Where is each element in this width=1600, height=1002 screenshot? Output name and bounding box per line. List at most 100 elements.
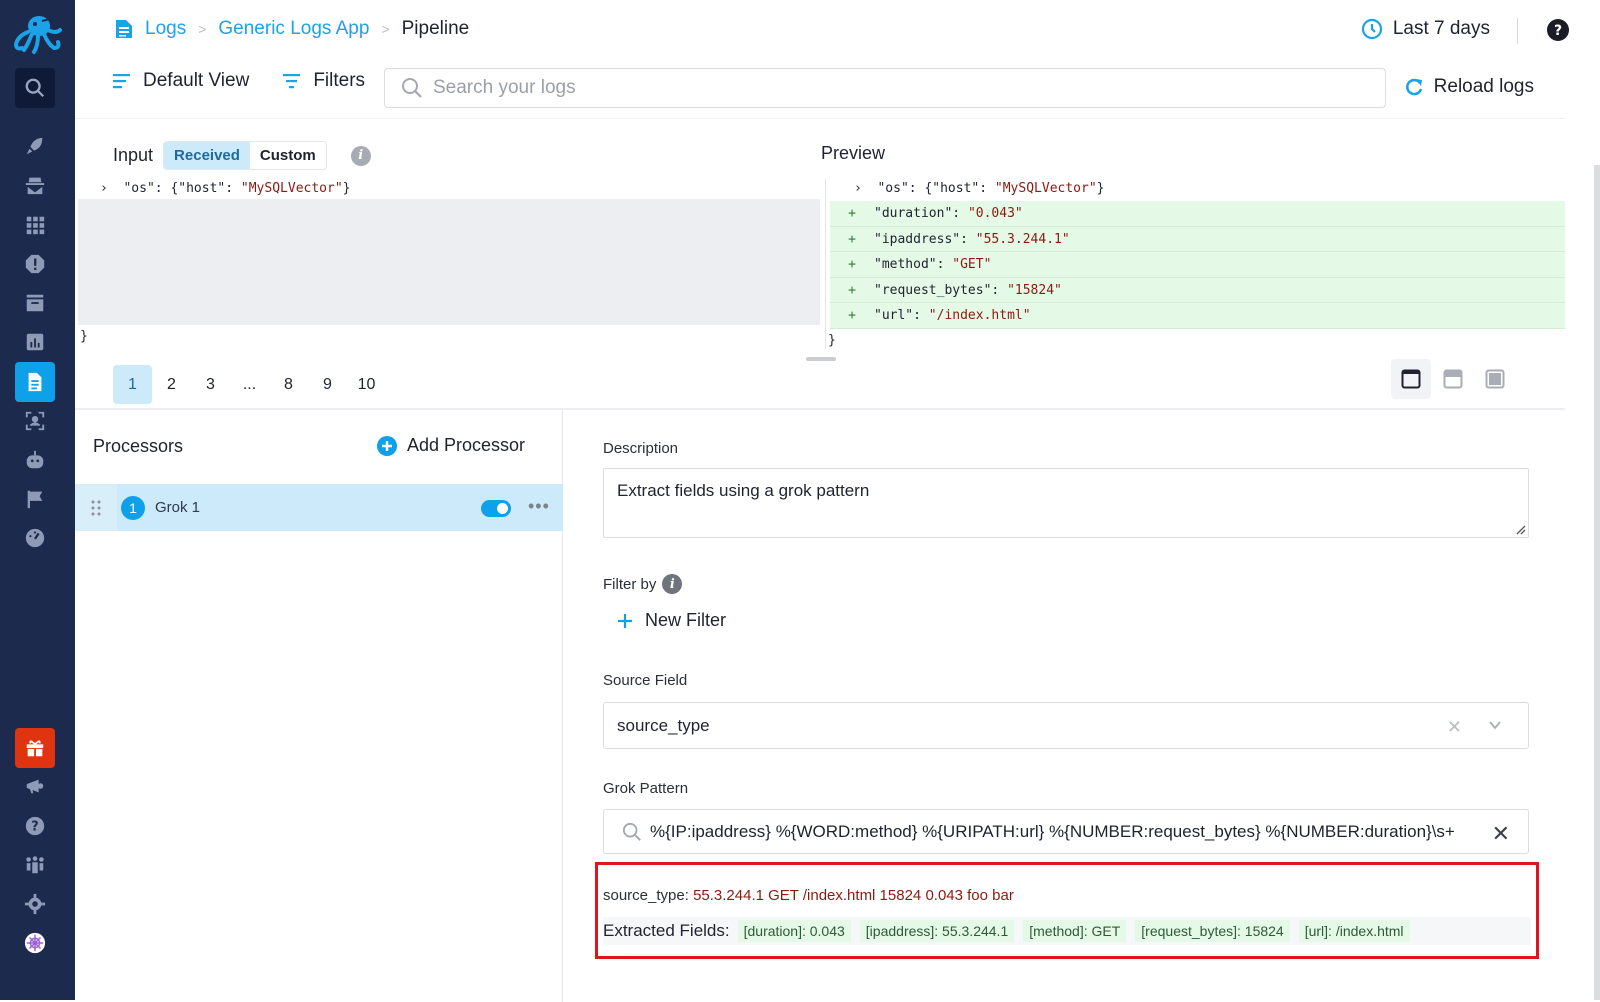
- sidebar-item-announcements[interactable]: [15, 766, 55, 806]
- filter-by-label-row: Filter by i: [603, 574, 683, 594]
- grok-pattern-value: %{IP:ipaddress} %{WORD:method} %{URIPATH…: [650, 821, 1455, 841]
- preview-json-view: › "os": {"host": "MySQLVector"} + "durati…: [825, 179, 1565, 349]
- input-json-editor[interactable]: › "os": {"host": "MySQLVector"} }: [78, 179, 820, 349]
- collapsed-region: [78, 199, 820, 325]
- page-10[interactable]: 10: [347, 365, 386, 404]
- grok-pattern-input[interactable]: %{IP:ipaddress} %{WORD:method} %{URIPATH…: [603, 809, 1529, 854]
- reload-label: Reload logs: [1433, 76, 1534, 97]
- list-icon: [113, 74, 130, 89]
- plus-circle-icon: [377, 435, 397, 456]
- expand-chevron-icon[interactable]: ›: [100, 179, 123, 199]
- sidebar-item-dashboards[interactable]: [15, 322, 55, 362]
- json-brace: {: [924, 181, 933, 196]
- input-label: Input: [113, 145, 154, 165]
- input-mode-toggle: Received Custom: [163, 141, 327, 170]
- sidebar-item-automation[interactable]: [15, 440, 55, 480]
- layout-split-button[interactable]: [1433, 359, 1473, 399]
- breadcrumb-pipeline: Pipeline: [401, 18, 470, 39]
- json-key: "host": [178, 181, 226, 196]
- json-key: "duration": [874, 206, 953, 221]
- sidebar-item-apps[interactable]: [15, 205, 55, 245]
- top-bar: Logs > Generic Logs App > Pipeline Last …: [75, 0, 1600, 118]
- vertical-scrollbar[interactable]: [1594, 165, 1600, 1000]
- default-view-label: Default View: [143, 70, 250, 91]
- document-icon: [28, 372, 42, 392]
- json-colon: :: [154, 181, 171, 196]
- help-icon[interactable]: ?: [1546, 18, 1570, 42]
- add-processor-button[interactable]: Add Processor: [377, 435, 525, 456]
- json-value: "55.3.244.1": [975, 231, 1070, 247]
- grok-pattern-label: Grok Pattern: [603, 780, 689, 797]
- sidebar-item-getting-started[interactable]: [15, 126, 55, 166]
- json-key: "url": [874, 308, 914, 323]
- filters-button[interactable]: Filters: [283, 70, 365, 92]
- plus-icon: +: [848, 231, 856, 247]
- plus-icon: [618, 613, 632, 628]
- info-icon[interactable]: i: [350, 145, 371, 166]
- extracted-field-chip: [method]: GET: [1023, 920, 1127, 942]
- input-preview-panel: Input Received Custom i Preview › "os": …: [75, 118, 1565, 408]
- sidebar-item-settings[interactable]: [15, 884, 55, 924]
- time-range-picker[interactable]: Last 7 days: [1361, 18, 1490, 40]
- breadcrumb-separator: >: [198, 21, 207, 37]
- sidebar-item-archive[interactable]: [15, 283, 55, 323]
- json-value: "GET": [952, 257, 992, 272]
- page-8[interactable]: 8: [269, 365, 308, 404]
- processor-enabled-toggle[interactable]: [481, 500, 511, 517]
- sidebar-item-reports[interactable]: [15, 479, 55, 519]
- source-field-select[interactable]: source_type ✕: [603, 702, 1529, 749]
- json-colon: :: [979, 181, 995, 196]
- expand-chevron-icon[interactable]: ›: [854, 179, 877, 199]
- logs-document-icon: [116, 20, 132, 38]
- sidebar-item-alerts[interactable]: [15, 244, 55, 284]
- page-2[interactable]: 2: [152, 365, 191, 404]
- refresh-icon: [1405, 78, 1422, 96]
- new-filter-button[interactable]: New Filter: [617, 610, 726, 631]
- page-1[interactable]: 1: [113, 365, 152, 404]
- description-textarea[interactable]: Extract fields using a grok pattern: [603, 468, 1529, 538]
- page-3[interactable]: 3: [191, 365, 230, 404]
- sidebar-item-logs[interactable]: [15, 362, 55, 402]
- layout-top-button[interactable]: [1391, 359, 1431, 399]
- breadcrumb-generic-logs-app[interactable]: Generic Logs App: [218, 18, 369, 40]
- sidebar-item-security[interactable]: [15, 165, 55, 205]
- page-9[interactable]: 9: [308, 365, 347, 404]
- megaphone-icon: [26, 779, 44, 794]
- layout-collapsed-icon: [1401, 369, 1421, 389]
- layout-split-icon: [1443, 369, 1463, 389]
- extracted-fields-label: Extracted Fields:: [603, 921, 730, 940]
- search-icon: [25, 78, 45, 98]
- sidebar-item-performance[interactable]: [15, 518, 55, 558]
- drag-handle-icon[interactable]: [75, 484, 117, 531]
- resize-handle[interactable]: [806, 357, 836, 361]
- added-field-row: + "method": "GET": [830, 252, 1565, 278]
- default-view-button[interactable]: Default View: [113, 70, 249, 92]
- reload-logs-button[interactable]: Reload logs: [1404, 76, 1534, 98]
- mode-received-button[interactable]: Received: [164, 142, 250, 169]
- plus-icon: +: [848, 282, 856, 298]
- breadcrumb-logs[interactable]: Logs: [145, 18, 186, 40]
- main-content: Logs > Generic Logs App > Pipeline Last …: [75, 0, 1600, 1002]
- mode-custom-button[interactable]: Custom: [249, 142, 326, 169]
- sidebar-item-search[interactable]: [15, 68, 55, 108]
- clear-icon[interactable]: ✕: [1447, 717, 1462, 738]
- sidebar-item-profile[interactable]: [15, 923, 55, 963]
- processor-item[interactable]: 1 Grok 1 •••: [75, 484, 563, 531]
- octopus-logo-icon[interactable]: [10, 12, 64, 56]
- sidebar-item-help[interactable]: ?: [15, 806, 55, 846]
- sidebar-item-user-monitoring[interactable]: [15, 401, 55, 441]
- question-icon: ?: [25, 816, 45, 836]
- sidebar-item-team[interactable]: [15, 845, 55, 885]
- chevron-down-icon[interactable]: [1488, 718, 1502, 732]
- divider: [1517, 18, 1518, 44]
- clear-icon[interactable]: ✕: [1492, 821, 1510, 847]
- json-key: "request_bytes": [874, 282, 992, 298]
- sidebar-item-whats-new[interactable]: [15, 728, 55, 768]
- resize-grip-icon[interactable]: [1516, 525, 1526, 535]
- processors-panel: Processors Add Processor 1 Grok 1 •••: [75, 410, 563, 1002]
- search-input[interactable]: Search your logs: [384, 68, 1386, 108]
- chart-icon: [26, 333, 44, 351]
- layout-full-button[interactable]: [1475, 359, 1515, 399]
- info-icon[interactable]: i: [662, 574, 683, 594]
- more-options-icon[interactable]: •••: [528, 496, 550, 517]
